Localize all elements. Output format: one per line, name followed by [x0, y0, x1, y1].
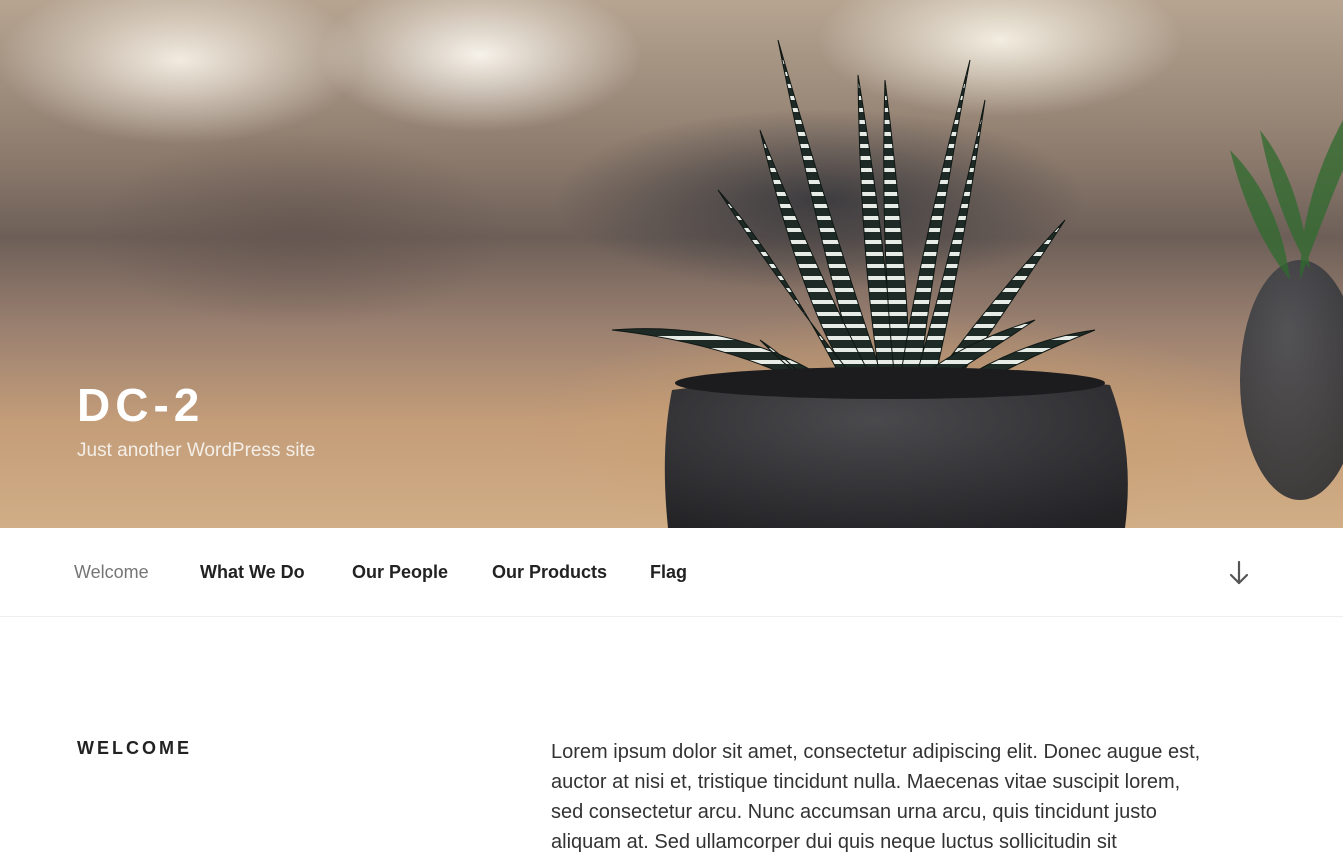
nav-item-what-we-do[interactable]: What We Do: [200, 562, 305, 583]
page-body-text: Lorem ipsum dolor sit amet, consectetur …: [551, 741, 1201, 853]
site-title[interactable]: DC-2: [77, 378, 204, 432]
page-title: Welcome: [77, 738, 192, 758]
nav-item-our-products[interactable]: Our Products: [492, 562, 607, 583]
main-navigation: Welcome What We Do Our People Our Produc…: [0, 528, 1343, 617]
nav-item-welcome[interactable]: Welcome: [74, 562, 149, 583]
nav-item-flag[interactable]: Flag: [650, 562, 687, 583]
nav-item-our-people[interactable]: Our People: [352, 562, 448, 583]
site-tagline: Just another WordPress site: [77, 440, 316, 461]
header-hero: DC-2 Just another WordPress site: [0, 0, 1343, 528]
arrow-down-icon[interactable]: [1226, 559, 1252, 587]
